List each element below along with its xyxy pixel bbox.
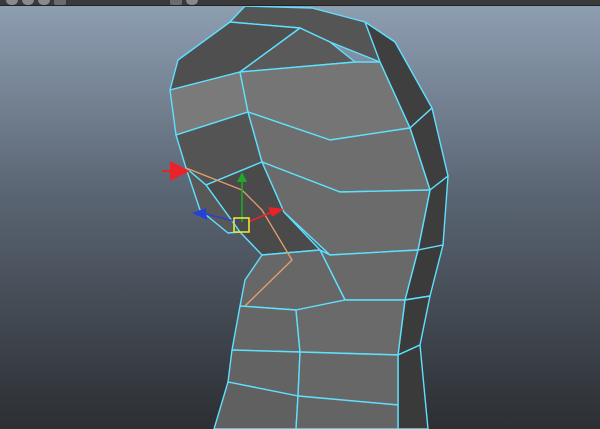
grid-icon[interactable] — [186, 0, 198, 5]
render-icon[interactable] — [6, 0, 18, 5]
3d-viewport[interactable] — [0, 0, 600, 429]
settings-icon[interactable] — [54, 0, 66, 5]
snapshot-icon[interactable] — [38, 0, 50, 5]
ipr-icon[interactable] — [22, 0, 34, 5]
viewport-toolbar — [0, 0, 600, 6]
scene[interactable] — [0, 0, 600, 429]
camera-icon[interactable] — [170, 0, 182, 5]
